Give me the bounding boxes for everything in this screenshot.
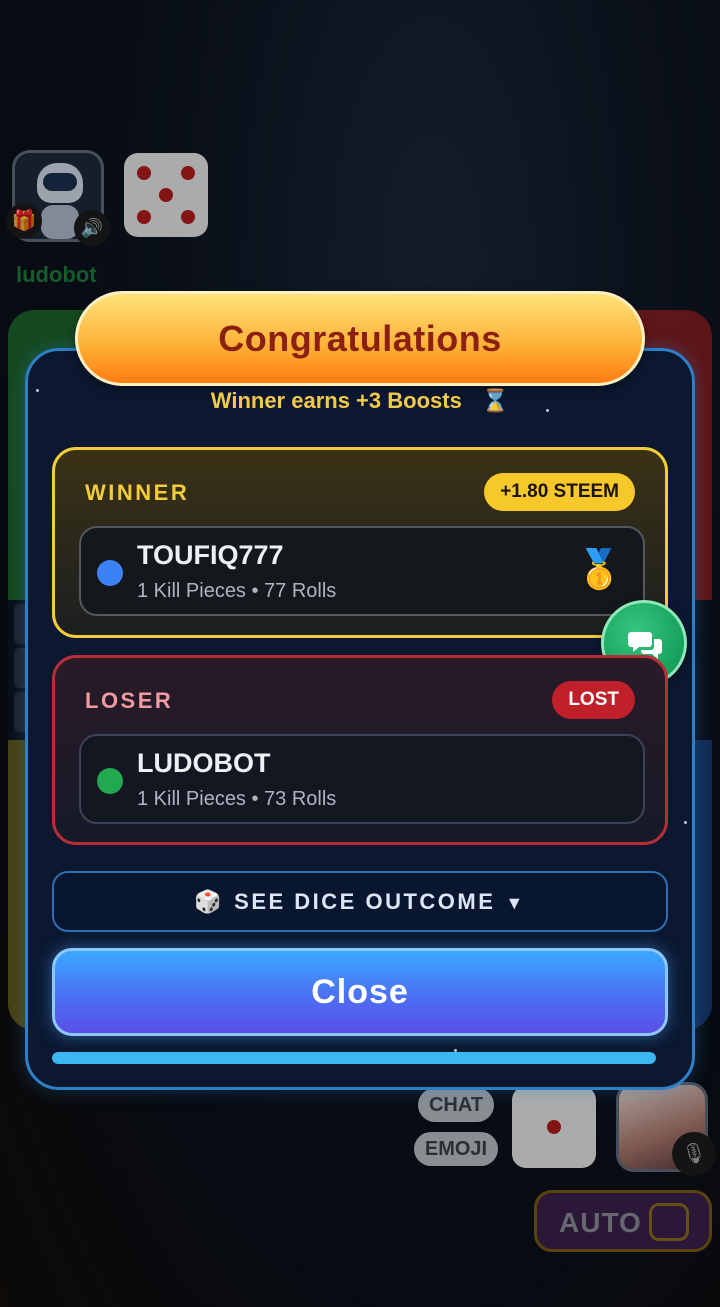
- lost-badge: LOST: [552, 681, 635, 719]
- sparkle-dot: [684, 821, 687, 824]
- gold-medal-icon: 🥇: [575, 549, 623, 591]
- steem-reward-badge: +1.80 STEEM: [484, 473, 635, 511]
- boost-text: Winner earns +3 Boosts: [210, 388, 462, 413]
- winner-stats: 1 Kill Pieces • 77 Rolls: [137, 580, 337, 602]
- winner-player-row: TOUFIQ777 1 Kill Pieces • 77 Rolls 🥇: [79, 526, 645, 616]
- player-color-dot: [97, 768, 123, 794]
- player-color-dot: [97, 560, 123, 586]
- auto-close-progress: [52, 1052, 656, 1064]
- congratulations-banner: Congratulations: [75, 291, 645, 386]
- winner-name: TOUFIQ777: [137, 540, 284, 570]
- winner-title: WINNER: [85, 480, 190, 505]
- loser-title: LOSER: [85, 688, 174, 713]
- dice-icon: 🎲: [194, 889, 225, 914]
- loser-card: LOSER LOST LUDOBOT 1 Kill Pieces • 73 Ro…: [52, 655, 668, 845]
- see-dice-outcome-button[interactable]: 🎲 SEE DICE OUTCOME ▼: [52, 871, 668, 932]
- chevron-down-icon: ▼: [505, 893, 526, 913]
- close-button[interactable]: Close: [52, 948, 668, 1036]
- winner-card: WINNER +1.80 STEEM TOUFIQ777 1 Kill Piec…: [52, 447, 668, 638]
- boost-info: Winner earns +3 Boosts ⌛: [0, 388, 720, 414]
- loser-name: LUDOBOT: [137, 748, 271, 778]
- dice-outcome-label: SEE DICE OUTCOME: [234, 889, 496, 914]
- loser-player-row: LUDOBOT 1 Kill Pieces • 73 Rolls: [79, 734, 645, 824]
- progress-fill: [52, 1052, 656, 1064]
- hourglass-icon: ⌛: [481, 388, 510, 413]
- loser-stats: 1 Kill Pieces • 73 Rolls: [137, 788, 337, 810]
